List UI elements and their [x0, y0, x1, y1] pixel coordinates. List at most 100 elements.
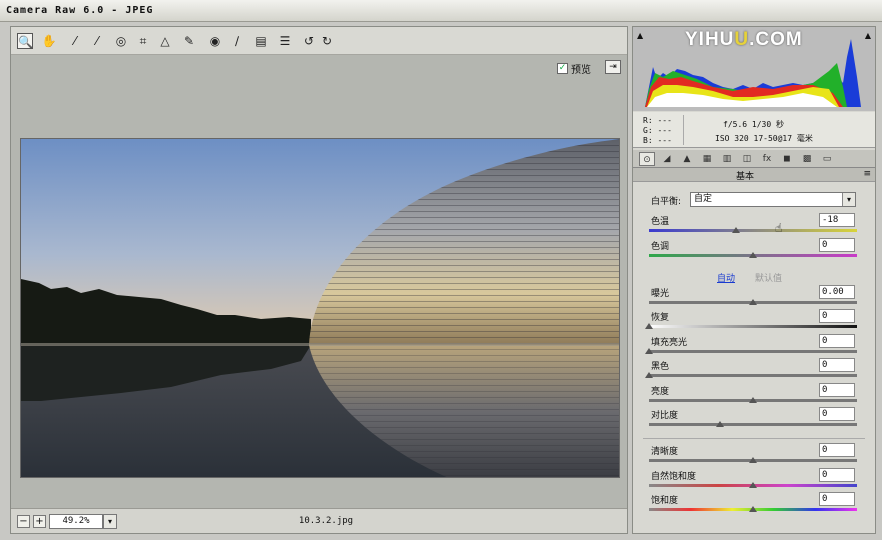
- split-toning-tab-icon[interactable]: ▥: [719, 152, 735, 166]
- slider-label: 自然饱和度: [651, 472, 697, 482]
- preferences-icon[interactable]: ☰: [277, 33, 293, 49]
- auto-link[interactable]: 自动: [717, 271, 735, 284]
- window-title: Camera Raw 6.0 - JPEG: [6, 5, 154, 16]
- basic-tab-icon[interactable]: ⊙: [639, 152, 655, 166]
- zoom-out-button[interactable]: −: [17, 515, 30, 528]
- straighten-tool-icon[interactable]: △: [157, 33, 173, 49]
- slider-value-field[interactable]: 0: [819, 358, 855, 372]
- slider-track[interactable]: [649, 299, 857, 305]
- detail-tab-icon[interactable]: ▲: [679, 152, 695, 166]
- slider-value-field[interactable]: 0: [819, 443, 855, 457]
- readout-b: B: ---: [643, 136, 672, 145]
- slider-thumb[interactable]: [715, 421, 724, 427]
- slider-label: 色调: [651, 242, 670, 252]
- rotate-cw-icon[interactable]: ↻: [319, 33, 335, 49]
- panel-menu-icon[interactable]: ≡: [863, 169, 871, 179]
- image-area: 🔍 ✋ ⁄ ⁄ ◎ ⌗ △ ✎ ◉ ∕ ▤ ☰ ↺ ↻ ✓ 预览 ⇥ − + 4…: [10, 26, 628, 534]
- adjust-panel: YIHUU.COM ▲ ▲ R: --- G: --- B: --- f/5.6…: [632, 26, 876, 534]
- panel-tabs: ⊙ ◢ ▲ ▦ ▥ ◫ fx ◼ ▩ ▭: [633, 150, 875, 168]
- slider-thumb[interactable]: [645, 323, 653, 329]
- slider-value-field[interactable]: 0: [819, 407, 855, 421]
- mouse-cursor-icon: ☝: [775, 221, 783, 235]
- snapshots-tab-icon[interactable]: ▭: [819, 152, 835, 166]
- hand-tool-icon[interactable]: ✋: [41, 33, 57, 49]
- slider-thumb[interactable]: [749, 299, 757, 305]
- slider-thumb[interactable]: [749, 482, 757, 488]
- slider-track[interactable]: [649, 397, 857, 403]
- preview-checkbox[interactable]: ✓ 预览: [557, 61, 591, 76]
- hsl-tab-icon[interactable]: ▦: [699, 152, 715, 166]
- slider-label: 对比度: [651, 411, 679, 421]
- photo-image: [21, 139, 619, 477]
- presets-tab-icon[interactable]: ▩: [799, 152, 815, 166]
- preview-canvas[interactable]: [11, 55, 627, 508]
- spot-removal-tool-icon[interactable]: ✎: [181, 33, 197, 49]
- slider-value-field[interactable]: 0: [819, 309, 855, 323]
- slider-value-field[interactable]: 0: [819, 492, 855, 506]
- white-balance-tool-icon[interactable]: ⁄: [67, 33, 83, 49]
- title-bar: Camera Raw 6.0 - JPEG: [0, 0, 882, 22]
- slider-track[interactable]: [649, 482, 857, 488]
- preview-checkbox-box[interactable]: ✓: [557, 63, 568, 74]
- exposure-info: f/5.6 1/30 秒: [723, 120, 784, 129]
- shadow-clipping-icon[interactable]: ▲: [637, 31, 643, 40]
- graduated-filter-icon[interactable]: ▤: [253, 33, 269, 49]
- readout-r: R: ---: [643, 116, 672, 125]
- slider-track[interactable]: [649, 457, 857, 463]
- slider-thumb[interactable]: [749, 397, 757, 403]
- zoom-tool-icon[interactable]: 🔍: [17, 33, 33, 49]
- section-divider: [643, 438, 865, 439]
- slider-thumb[interactable]: [645, 372, 653, 378]
- slider-thumb[interactable]: [645, 348, 653, 354]
- targeted-adjustment-tool-icon[interactable]: ◎: [113, 33, 129, 49]
- slider-label: 色温: [651, 217, 670, 227]
- default-link[interactable]: 默认值: [755, 271, 782, 284]
- lens-info: ISO 320 17-50@17 毫米: [715, 134, 813, 143]
- slider-value-field[interactable]: -18: [819, 213, 855, 227]
- tool-bar: 🔍 ✋ ⁄ ⁄ ◎ ⌗ △ ✎ ◉ ∕ ▤ ☰ ↺ ↻: [11, 27, 627, 55]
- lens-tab-icon[interactable]: ◫: [739, 152, 755, 166]
- slider-label: 黑色: [651, 362, 670, 372]
- watermark-logo: YIHUU.COM: [685, 29, 803, 50]
- slider-track[interactable]: [649, 421, 857, 427]
- zoom-in-button[interactable]: +: [33, 515, 46, 528]
- readout-g: G: ---: [643, 126, 672, 135]
- preview-photo: [20, 138, 620, 478]
- slider-label: 填充亮光: [651, 338, 688, 348]
- camera-info: R: --- G: --- B: --- f/5.6 1/30 秒 ISO 32…: [633, 112, 875, 148]
- adjustment-brush-icon[interactable]: ∕: [229, 33, 245, 49]
- zoom-dropdown-button[interactable]: ▾: [103, 514, 117, 529]
- rotate-ccw-icon[interactable]: ↺: [301, 33, 317, 49]
- slider-value-field[interactable]: 0.00: [819, 285, 855, 299]
- slider-thumb[interactable]: [749, 506, 757, 512]
- slider-thumb[interactable]: [749, 457, 757, 463]
- slider-value-field[interactable]: 0: [819, 334, 855, 348]
- camera-calibration-tab-icon[interactable]: ◼: [779, 152, 795, 166]
- red-eye-tool-icon[interactable]: ◉: [207, 33, 223, 49]
- fullscreen-button[interactable]: ⇥: [605, 60, 621, 74]
- slider-track[interactable]: [645, 323, 857, 329]
- panel-title: 基本: [735, 172, 754, 182]
- preview-label: 预览: [571, 65, 591, 76]
- file-name: 10.3.2.jpg: [298, 516, 354, 526]
- slider-track[interactable]: [649, 227, 857, 233]
- slider-label: 清晰度: [651, 447, 679, 457]
- tone-curve-tab-icon[interactable]: ◢: [659, 152, 675, 166]
- slider-thumb[interactable]: [749, 252, 757, 258]
- highlight-clipping-icon[interactable]: ▲: [865, 31, 871, 40]
- slider-track[interactable]: [645, 372, 857, 378]
- zoom-level-field[interactable]: 49.2%: [49, 514, 103, 529]
- crop-tool-icon[interactable]: ⌗: [135, 33, 151, 49]
- slider-value-field[interactable]: 0: [819, 468, 855, 482]
- slider-track[interactable]: [649, 252, 857, 258]
- slider-track[interactable]: [649, 506, 857, 512]
- effects-tab-icon[interactable]: fx: [759, 152, 775, 166]
- white-balance-select[interactable]: 自定 ▾: [690, 192, 856, 207]
- slider-value-field[interactable]: 0: [819, 383, 855, 397]
- histogram: YIHUU.COM ▲ ▲: [633, 27, 875, 111]
- slider-thumb[interactable]: [732, 227, 741, 233]
- color-sampler-tool-icon[interactable]: ⁄: [89, 33, 105, 49]
- slider-value-field[interactable]: 0: [819, 238, 855, 252]
- slider-track[interactable]: [645, 348, 857, 354]
- slider-label: 亮度: [651, 387, 670, 397]
